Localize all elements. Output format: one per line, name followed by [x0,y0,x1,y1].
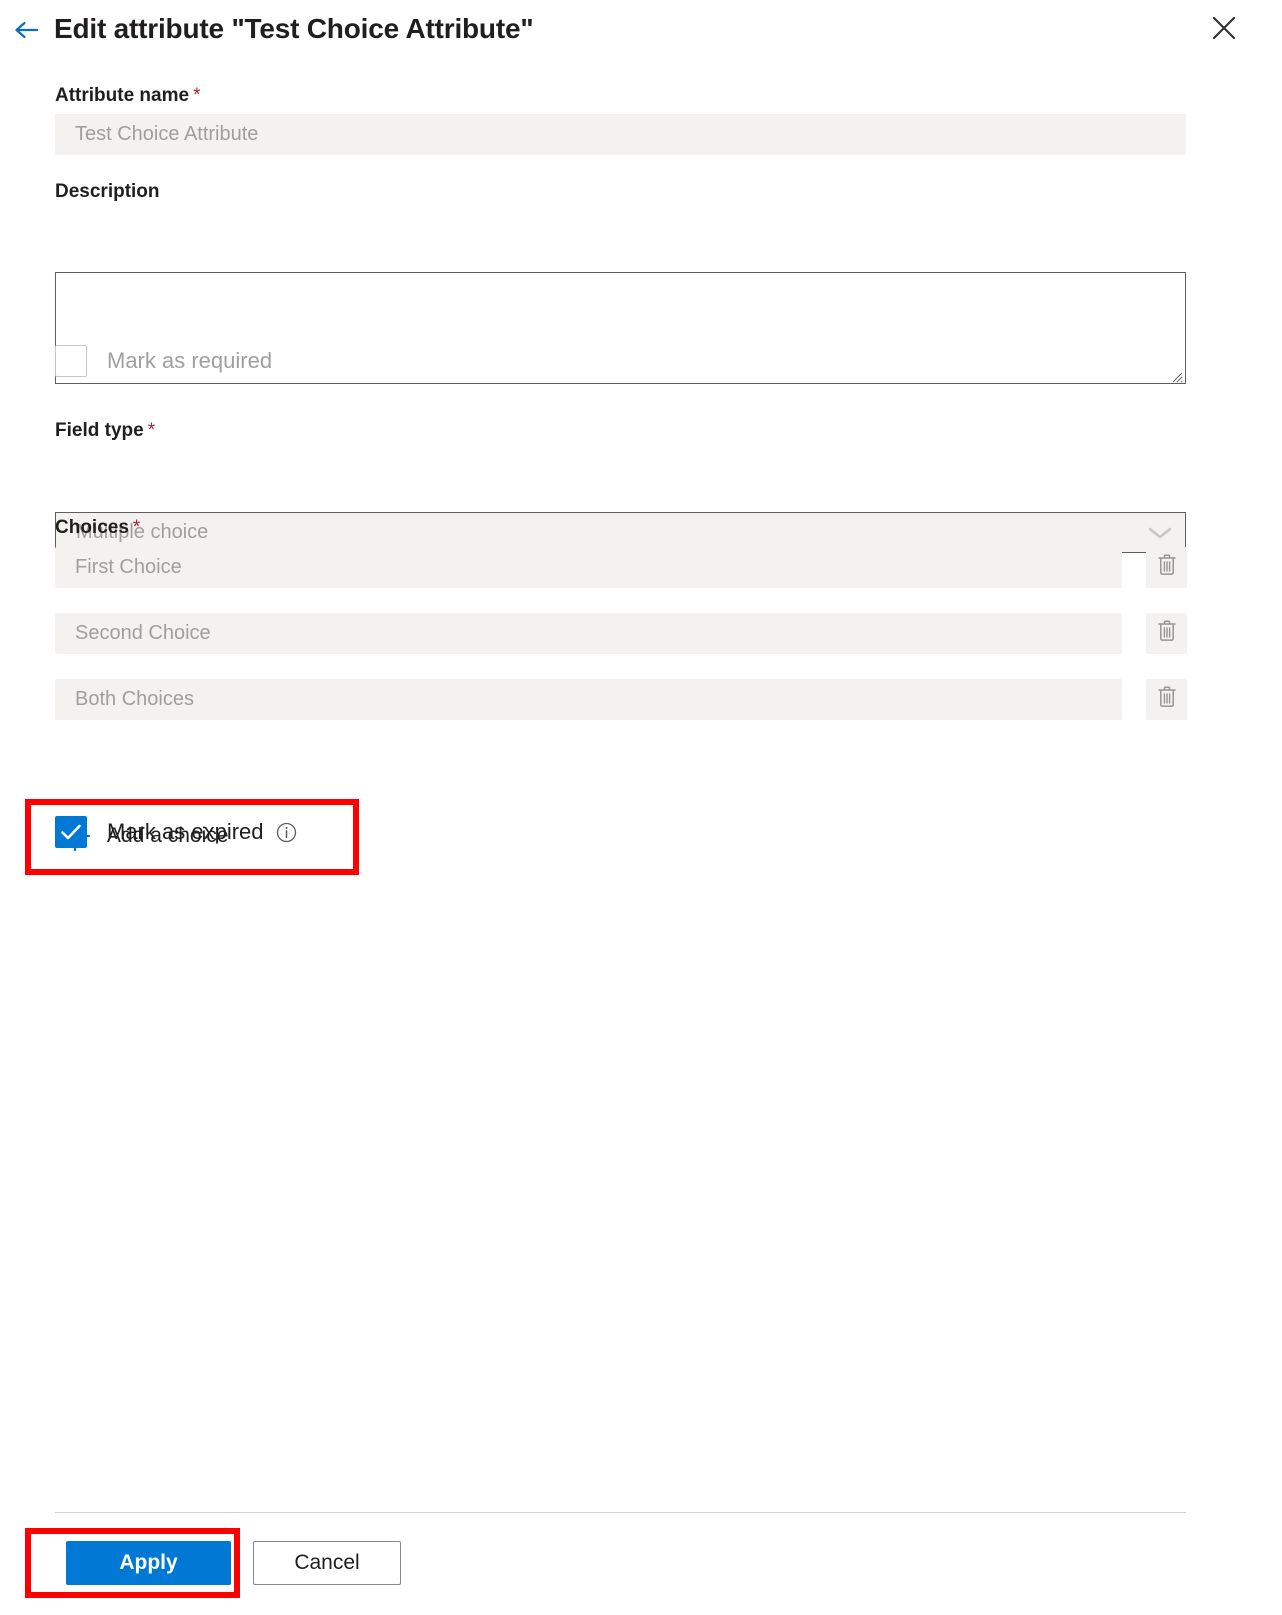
choice-delete-button[interactable] [1146,547,1187,588]
mark-as-required-checkbox[interactable] [55,345,87,377]
attribute-name-label-text: Attribute name [55,85,190,106]
resize-grip-icon [1172,370,1183,383]
close-button[interactable] [1204,10,1244,50]
description-label: Description [55,182,160,201]
mark-as-required-checkbox-row[interactable]: Mark as required [55,345,272,377]
field-type-value: Multiple choice [76,521,209,543]
choice-delete-button[interactable] [1146,679,1187,720]
field-type-label-text: Field type [55,420,144,441]
choice-delete-button[interactable] [1146,613,1187,654]
attribute-name-required-star: * [193,85,201,106]
choice-row: Both Choices [55,679,1187,720]
choices-required-star: * [132,517,141,538]
choices-label-text: Choices [55,517,129,538]
description-label-text: Description [55,181,160,202]
footer-divider [55,1512,1186,1513]
choice-row: Second Choice [55,613,1187,654]
trash-icon [1156,685,1178,714]
mark-as-expired-checkbox[interactable] [55,816,87,848]
close-icon [1210,14,1238,47]
chevron-down-icon [1147,525,1173,541]
field-type-required-star: * [147,420,156,441]
back-arrow-button[interactable] [10,14,46,46]
mark-as-required-label: Mark as required [107,348,273,373]
back-arrow-icon [13,18,43,42]
choice-input[interactable]: First Choice [55,547,1122,588]
choice-input[interactable]: Both Choices [55,679,1122,720]
mark-as-expired-checkbox-row[interactable]: Mark as expired [55,816,297,848]
attribute-name-label: Attribute name * [55,86,200,105]
checkmark-icon [61,824,81,840]
apply-button[interactable]: Apply [66,1541,231,1585]
mark-as-expired-label: Mark as expired [107,819,264,844]
choice-row: First Choice [55,547,1187,588]
cancel-button[interactable]: Cancel [253,1541,401,1585]
choice-input[interactable]: Second Choice [55,613,1122,654]
page-title: Edit attribute "Test Choice Attribute" [54,13,534,44]
trash-icon [1156,619,1178,648]
info-icon[interactable] [276,822,297,843]
trash-icon [1156,553,1178,582]
choices-label: Choices * [55,518,140,537]
field-type-label: Field type * [55,421,155,440]
panel-header: Edit attribute "Test Choice Attribute" [0,0,1282,62]
attribute-name-input[interactable]: Test Choice Attribute [55,114,1186,155]
